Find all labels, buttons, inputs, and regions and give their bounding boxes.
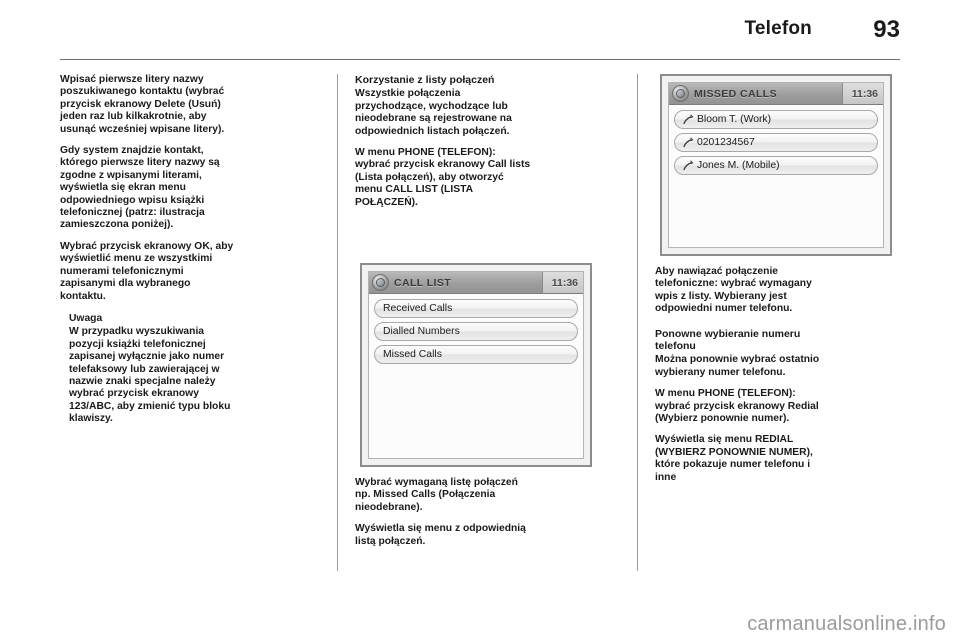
clock-display: 11:36 (841, 83, 883, 104)
note-title: Uwaga (69, 312, 103, 324)
list-item[interactable]: Bloom T. (Work) (674, 110, 878, 129)
missed-call-icon (682, 136, 695, 149)
section-heading: Korzystanie z listy połączeń (355, 74, 495, 86)
list-item-label: 0201234567 (697, 137, 755, 148)
manual-page: Telefon 93 Wpisać pierwsze litery nazwy … (0, 0, 960, 642)
text-column-2-lower: Wybrać wymaganą listę połączeń np. Misse… (355, 477, 533, 557)
call-list-items: Received Calls Dialled Numbers Missed Ca… (369, 294, 583, 458)
paragraph: W menu PHONE (TELEFON): wybrać przycisk … (355, 147, 531, 208)
list-item[interactable]: Jones M. (Mobile) (674, 156, 878, 175)
list-item-label: Bloom T. (Work) (697, 114, 772, 125)
phone-globe-icon (672, 85, 689, 102)
call-list-screen-inner: CALL LIST 11:36 Received Calls Dialled N… (368, 271, 584, 459)
list-item[interactable]: Received Calls (374, 299, 578, 318)
phone-globe-icon (372, 274, 389, 291)
paragraph: Wyświetla się menu z odpowiednią listą p… (355, 523, 526, 547)
paragraph: Wyświetla się menu REDIAL (WYBIERZ PONOW… (655, 434, 813, 483)
call-list-titlebar: CALL LIST 11:36 (369, 272, 583, 294)
text-column-3: Aby nawiązać połączenie telefoniczne: wy… (655, 266, 833, 493)
missed-calls-items: Bloom T. (Work) 0201234567 Jones M. (Mob… (669, 105, 883, 247)
missed-call-icon (682, 113, 695, 126)
column-divider-1 (337, 74, 338, 571)
watermark: carmanualsonline.info (747, 613, 946, 635)
missed-calls-screenshot: MISSED CALLS 11:36 Bloom T. (Work) 02012… (660, 74, 892, 256)
column-divider-2 (637, 74, 638, 571)
missed-calls-title: MISSED CALLS (694, 87, 777, 100)
page-title: Telefon (744, 18, 812, 39)
note-body: W przypadku wyszukiwania pozycji książki… (69, 326, 231, 425)
clock-display: 11:36 (541, 272, 583, 293)
text-column-2: Korzystanie z listy połączeń Wszystkie p… (355, 74, 533, 218)
missed-calls-titlebar: MISSED CALLS 11:36 (669, 83, 883, 105)
paragraph: Aby nawiązać połączenie telefoniczne: wy… (655, 266, 812, 315)
list-item-label: Dialled Numbers (383, 326, 460, 337)
call-list-screenshot: CALL LIST 11:36 Received Calls Dialled N… (360, 263, 592, 467)
page-header: Telefon 93 (60, 16, 900, 52)
paragraph: Wszystkie połączenia przychodzące, wycho… (355, 88, 512, 137)
note-block: Uwaga W przypadku wyszukiwania pozycji k… (60, 313, 238, 426)
paragraph: Można ponownie wybrać ostatnio wybierany… (655, 354, 820, 378)
paragraph: Gdy system znajdzie kontakt, którego pie… (60, 145, 220, 231)
paragraph: Wpisać pierwsze litery nazwy poszukiwane… (60, 74, 225, 135)
list-item-label: Jones M. (Mobile) (697, 160, 780, 171)
header-divider (60, 59, 900, 60)
missed-call-icon (682, 159, 695, 172)
section-heading: Ponowne wybieranie numeru telefonu (655, 327, 801, 353)
call-list-title: CALL LIST (394, 276, 452, 289)
page-number: 93 (873, 16, 900, 43)
list-item-label: Received Calls (383, 303, 453, 314)
text-column-1: Wpisać pierwsze litery nazwy poszukiwane… (60, 74, 238, 435)
paragraph: Wybrać wymaganą listę połączeń np. Misse… (355, 477, 518, 513)
list-item[interactable]: Missed Calls (374, 345, 578, 364)
list-item-label: Missed Calls (383, 349, 442, 360)
paragraph: W menu PHONE (TELEFON): wybrać przycisk … (655, 388, 819, 425)
list-item[interactable]: Dialled Numbers (374, 322, 578, 341)
paragraph: Wybrać przycisk ekranowy OK, aby wyświet… (60, 240, 234, 302)
list-item[interactable]: 0201234567 (674, 133, 878, 152)
missed-calls-screen-inner: MISSED CALLS 11:36 Bloom T. (Work) 02012… (668, 82, 884, 248)
